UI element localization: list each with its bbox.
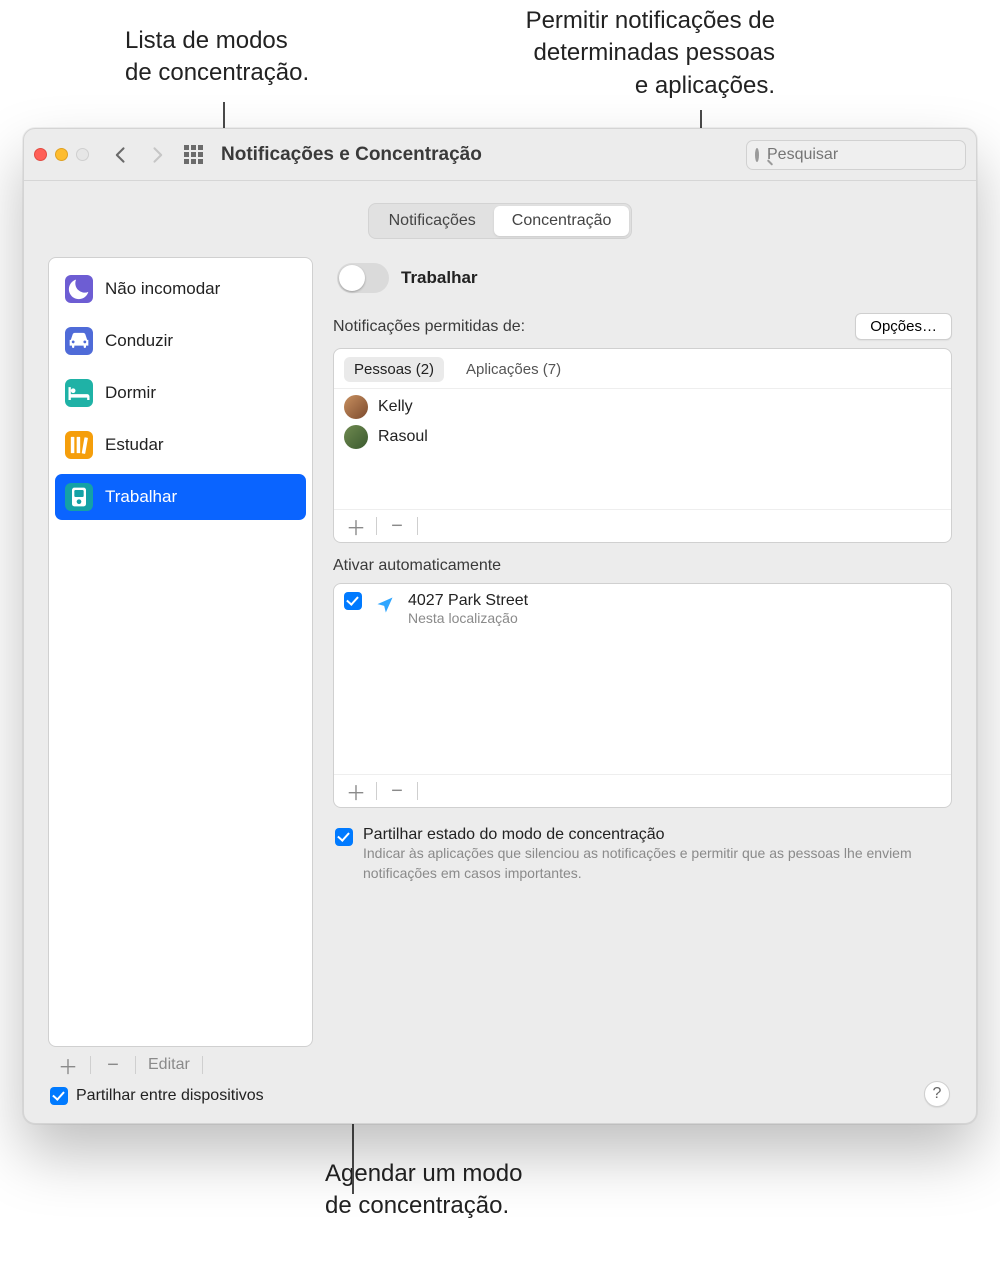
allowed-card: Pessoas (2) Aplicações (7) Kelly Rasoul xyxy=(333,348,952,543)
add-trigger-button[interactable]: ＋ xyxy=(340,779,372,803)
traffic-lights xyxy=(34,148,89,161)
mode-title: Trabalhar xyxy=(401,268,478,288)
search-field[interactable] xyxy=(746,140,966,170)
people-list: Kelly Rasoul xyxy=(334,389,951,509)
tab-apps[interactable]: Aplicações (7) xyxy=(456,357,571,382)
add-mode-button[interactable]: ＋ xyxy=(52,1053,84,1077)
share-status-title: Partilhar estado do modo de concentração xyxy=(363,826,950,844)
show-all-button[interactable] xyxy=(179,141,207,169)
search-input[interactable] xyxy=(765,145,976,165)
divider xyxy=(417,517,418,535)
books-icon xyxy=(65,431,93,459)
focus-modes-list: Não incomodar Conduzir Dormir xyxy=(48,257,313,1047)
sidebar-item-label: Não incomodar xyxy=(105,279,220,299)
divider xyxy=(376,517,377,535)
sidebar-item-label: Trabalhar xyxy=(105,487,177,507)
zoom-window-button[interactable] xyxy=(76,148,89,161)
divider xyxy=(417,782,418,800)
badge-icon xyxy=(65,483,93,511)
moon-icon xyxy=(65,275,93,303)
options-button[interactable]: Opções… xyxy=(855,313,952,340)
auto-on-label: Ativar automaticamente xyxy=(333,557,501,575)
list-item[interactable]: Rasoul xyxy=(344,425,941,449)
tabs-row: Notificações Concentração xyxy=(48,181,952,257)
close-window-button[interactable] xyxy=(34,148,47,161)
location-icon xyxy=(374,594,396,616)
auto-item-title: 4027 Park Street xyxy=(408,592,528,610)
bed-icon xyxy=(65,379,93,407)
forward-button[interactable] xyxy=(143,141,171,169)
car-icon xyxy=(65,327,93,355)
sidebar-item-do-not-disturb[interactable]: Não incomodar xyxy=(55,266,306,312)
sidebar-item-sleep[interactable]: Dormir xyxy=(55,370,306,416)
share-status-row[interactable]: Partilhar estado do modo de concentração… xyxy=(333,822,952,883)
avatar xyxy=(344,395,368,419)
auto-card-footer: ＋ − xyxy=(334,774,951,807)
remove-mode-button[interactable]: − xyxy=(97,1053,129,1077)
sidebar-item-label: Estudar xyxy=(105,435,164,455)
person-name: Kelly xyxy=(378,398,413,416)
checkbox-icon xyxy=(50,1087,68,1105)
sidebar-item-driving[interactable]: Conduzir xyxy=(55,318,306,364)
auto-on-section: Ativar automaticamente 4027 Park Street xyxy=(333,557,952,808)
allowed-notifications-section: Notificações permitidas de: Opções… Pess… xyxy=(333,313,952,543)
sidebar-item-label: Conduzir xyxy=(105,331,173,351)
mode-enable-switch[interactable] xyxy=(337,263,389,293)
window-title: Notificações e Concentração xyxy=(221,144,482,166)
minimize-window-button[interactable] xyxy=(55,148,68,161)
callout-modes-list: Lista de modos de concentração. xyxy=(125,25,309,90)
focus-sidebar: Não incomodar Conduzir Dormir xyxy=(48,257,313,1105)
toolbar: Notificações e Concentração xyxy=(24,129,976,181)
sidebar-item-study[interactable]: Estudar xyxy=(55,422,306,468)
share-across-devices-label: Partilhar entre dispositivos xyxy=(76,1087,264,1105)
list-item[interactable]: 4027 Park Street Nesta localização xyxy=(344,592,941,626)
share-across-devices-row[interactable]: Partilhar entre dispositivos xyxy=(48,1077,313,1105)
divider xyxy=(202,1056,203,1074)
tab-notifications[interactable]: Notificações xyxy=(371,206,494,236)
tab-people[interactable]: Pessoas (2) xyxy=(344,357,444,382)
preferences-window: Notificações e Concentração Notificações… xyxy=(23,128,977,1124)
checkbox-icon xyxy=(344,592,362,610)
share-status-subtitle: Indicar às aplicações que silenciou as n… xyxy=(363,844,950,883)
auto-item-subtitle: Nesta localização xyxy=(408,610,528,626)
callout-schedule: Agendar um modo de concentração. xyxy=(325,1158,522,1223)
search-icon xyxy=(755,148,759,162)
auto-on-card: 4027 Park Street Nesta localização ＋ − xyxy=(333,583,952,808)
sidebar-item-label: Dormir xyxy=(105,383,156,403)
add-person-button[interactable]: ＋ xyxy=(340,514,372,538)
allowed-from-label: Notificações permitidas de: xyxy=(333,318,525,336)
grid-icon xyxy=(184,145,203,164)
divider xyxy=(376,782,377,800)
callout-allow-notifications: Permitir notificações de determinadas pe… xyxy=(380,5,775,102)
sidebar-footer: ＋ − Editar xyxy=(48,1047,313,1077)
auto-on-list: 4027 Park Street Nesta localização xyxy=(334,584,951,774)
mode-enable-row: Trabalhar xyxy=(333,257,952,299)
remove-trigger-button[interactable]: − xyxy=(381,779,413,803)
avatar xyxy=(344,425,368,449)
list-item[interactable]: Kelly xyxy=(344,395,941,419)
person-name: Rasoul xyxy=(378,428,428,446)
help-button[interactable]: ? xyxy=(924,1081,950,1107)
focus-detail: Trabalhar Notificações permitidas de: Op… xyxy=(333,257,952,1105)
back-button[interactable] xyxy=(107,141,135,169)
divider xyxy=(90,1056,91,1074)
edit-modes-button[interactable]: Editar xyxy=(142,1056,196,1074)
people-card-footer: ＋ − xyxy=(334,509,951,542)
sidebar-item-work[interactable]: Trabalhar xyxy=(55,474,306,520)
tab-focus[interactable]: Concentração xyxy=(494,206,630,236)
checkbox-icon xyxy=(335,828,353,846)
divider xyxy=(135,1056,136,1074)
segmented-control: Notificações Concentração xyxy=(368,203,633,239)
remove-person-button[interactable]: − xyxy=(381,514,413,538)
